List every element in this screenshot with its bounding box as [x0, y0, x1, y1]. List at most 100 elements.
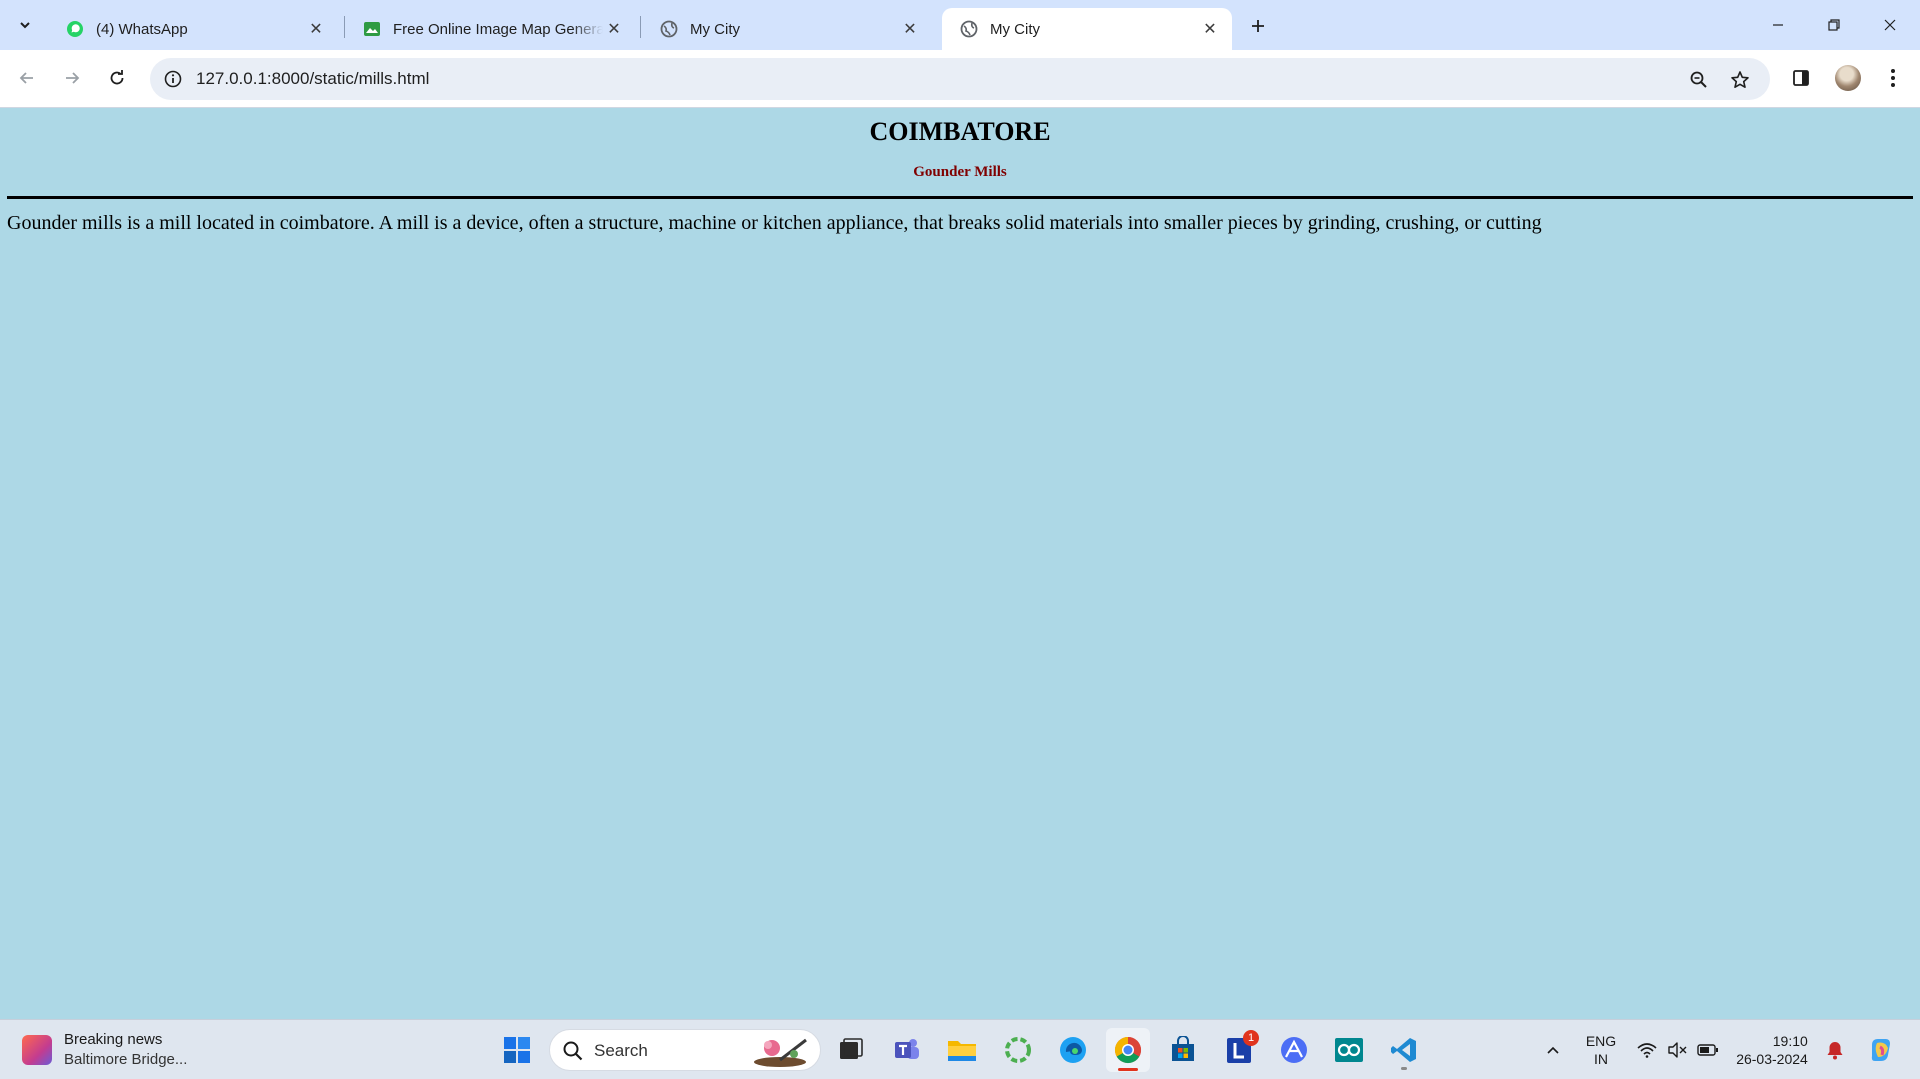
arduino-button[interactable]	[1327, 1028, 1371, 1072]
notifications-button[interactable]	[1822, 1020, 1848, 1079]
image-icon	[363, 20, 381, 38]
volume-status[interactable]	[1664, 1020, 1690, 1079]
store-icon	[1172, 1036, 1194, 1061]
reload-button[interactable]	[100, 61, 134, 95]
tab-image-map[interactable]: Free Online Image Map Generator ✕	[345, 8, 635, 50]
site-info-icon[interactable]	[162, 68, 184, 90]
page-content: COIMBATORE Gounder Mills Gounder mills i…	[0, 108, 1920, 1019]
tab-title: My City	[690, 20, 740, 38]
reload-icon	[110, 70, 124, 85]
globe-icon	[660, 20, 678, 38]
start-button[interactable]	[495, 1028, 539, 1072]
arduino-icon	[1335, 1038, 1363, 1062]
new-tab-button[interactable]	[1244, 12, 1272, 40]
tab-search-button[interactable]	[8, 9, 42, 41]
taskbar-search[interactable]: Search	[549, 1029, 821, 1071]
chrome-button[interactable]	[1106, 1028, 1150, 1072]
bookmark-star-icon[interactable]	[1727, 67, 1753, 93]
news-title: Breaking news	[64, 1031, 163, 1048]
teams-icon	[895, 1039, 919, 1059]
region-code: IN	[1594, 1051, 1608, 1067]
copilot-icon	[1871, 1039, 1890, 1061]
edge-icon	[1060, 1037, 1086, 1063]
page-subtitle: Gounder Mills	[913, 164, 1007, 180]
close-tab-icon[interactable]: ✕	[603, 17, 625, 41]
bell-icon	[1827, 1042, 1843, 1060]
task-view-icon	[840, 1038, 863, 1059]
forward-button[interactable]	[55, 61, 89, 95]
clock-time: 19:10	[1772, 1033, 1808, 1049]
chevron-down-icon	[20, 22, 30, 29]
language-indicator[interactable]: ENG IN	[1576, 1020, 1626, 1079]
vscode-icon	[1391, 1038, 1416, 1062]
clock[interactable]: 19:10 26-03-2024	[1726, 1020, 1818, 1079]
tab-title: Free Online Image Map Generator	[393, 20, 604, 38]
url-text[interactable]: 127.0.0.1:8000/static/mills.html	[196, 69, 429, 89]
search-label: Search	[594, 1041, 648, 1060]
horizontal-rule	[7, 196, 1913, 199]
side-panel-icon	[1793, 70, 1809, 86]
restore-button[interactable]	[1806, 0, 1862, 50]
back-button[interactable]	[10, 61, 44, 95]
close-icon	[1884, 19, 1896, 31]
whatsapp-icon	[66, 20, 84, 38]
lens-app-button[interactable]: 1	[1217, 1028, 1261, 1072]
minimize-icon	[1773, 24, 1783, 26]
task-view-button[interactable]	[829, 1028, 873, 1072]
arc-app-button[interactable]	[1272, 1028, 1316, 1072]
close-tab-icon[interactable]: ✕	[1198, 17, 1222, 41]
page-paragraph: Gounder mills is a mill located in coimb…	[7, 212, 1542, 234]
clock-date: 26-03-2024	[1736, 1051, 1808, 1067]
windows-taskbar: Breaking news Baltimore Bridge... Search	[0, 1019, 1920, 1079]
folder-icon	[948, 1041, 976, 1061]
tab-my-city[interactable]: My City ✕	[642, 8, 932, 50]
language-code: ENG	[1585, 1033, 1617, 1049]
address-bar[interactable]: 127.0.0.1:8000/static/mills.html	[150, 58, 1770, 100]
wifi-icon	[1637, 1043, 1657, 1058]
battery-status[interactable]	[1694, 1020, 1722, 1079]
close-tab-icon[interactable]: ✕	[898, 17, 922, 41]
browser-toolbar: 127.0.0.1:8000/static/mills.html	[0, 50, 1920, 108]
tab-title: My City	[990, 20, 1040, 38]
store-button[interactable]	[1161, 1028, 1205, 1072]
profile-button[interactable]	[1831, 61, 1865, 95]
arrow-left-icon	[19, 72, 33, 84]
chrome-icon	[1114, 1036, 1142, 1064]
search-highlight-art-icon	[754, 1038, 807, 1067]
copilot-button[interactable]	[1862, 1020, 1900, 1079]
running-app-indicator	[1401, 1067, 1407, 1070]
vscode-button[interactable]	[1382, 1028, 1426, 1072]
close-window-button[interactable]	[1862, 0, 1918, 50]
app-ring-button[interactable]	[996, 1028, 1040, 1072]
minimize-button[interactable]	[1750, 0, 1806, 50]
tab-my-city-active[interactable]: My City ✕	[942, 8, 1232, 50]
file-explorer-button[interactable]	[940, 1028, 984, 1072]
active-app-indicator	[1118, 1068, 1138, 1071]
news-widget[interactable]: Breaking news Baltimore Bridge...	[22, 1030, 187, 1070]
speaker-muted-icon	[1668, 1042, 1687, 1058]
tab-divider	[640, 16, 641, 38]
browser-menu-button[interactable]	[1876, 61, 1910, 95]
battery-icon	[1697, 1044, 1718, 1056]
avatar	[1835, 65, 1861, 91]
news-icon	[22, 1035, 52, 1065]
wifi-status[interactable]	[1634, 1020, 1660, 1079]
side-panel-button[interactable]	[1784, 61, 1818, 95]
chevron-up-icon	[1547, 1046, 1559, 1054]
restore-icon	[1828, 19, 1840, 31]
arrow-right-icon	[66, 72, 80, 84]
edge-button[interactable]	[1051, 1028, 1095, 1072]
globe-icon	[960, 20, 978, 38]
close-tab-icon[interactable]: ✕	[304, 17, 328, 41]
tab-title: (4) WhatsApp	[96, 20, 188, 38]
windows-logo-icon	[504, 1037, 530, 1063]
show-hidden-icons-button[interactable]	[1538, 1020, 1568, 1079]
notification-badge: 1	[1243, 1030, 1259, 1046]
browser-tab-strip: (4) WhatsApp ✕ Free Online Image Map Gen…	[0, 0, 1920, 50]
arc-app-icon	[1281, 1037, 1307, 1063]
ring-app-icon	[1005, 1037, 1031, 1063]
tab-whatsapp[interactable]: (4) WhatsApp ✕	[48, 8, 338, 50]
page-title: COIMBATORE	[869, 117, 1051, 146]
teams-button[interactable]	[885, 1028, 929, 1072]
zoom-icon[interactable]	[1686, 67, 1712, 93]
